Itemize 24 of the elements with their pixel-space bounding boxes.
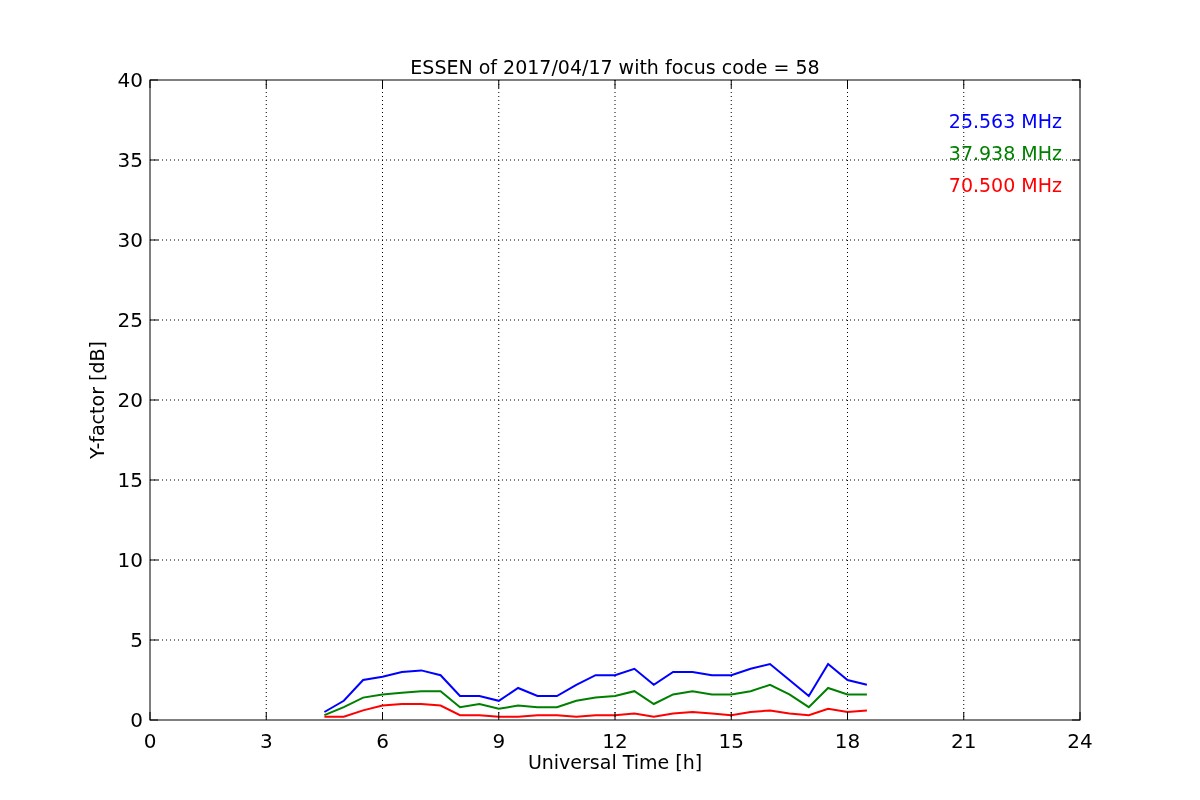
legend-label: 37.938 MHz bbox=[948, 142, 1062, 164]
y-tick-label: 15 bbox=[117, 468, 143, 492]
y-tick-label: 20 bbox=[117, 388, 143, 412]
x-tick-label: 18 bbox=[834, 729, 861, 753]
x-tick-label: 21 bbox=[951, 729, 977, 753]
x-axis-label: Universal Time [h] bbox=[527, 751, 703, 773]
x-tick-label: 9 bbox=[492, 729, 506, 753]
y-tick-label: 5 bbox=[130, 628, 143, 652]
legend-label: 70.500 MHz bbox=[948, 174, 1062, 196]
x-tick-label: 0 bbox=[143, 729, 157, 753]
y-tick-label: 30 bbox=[117, 228, 143, 252]
legend-label: 25.563 MHz bbox=[948, 110, 1062, 132]
y-tick-label: 40 bbox=[117, 68, 143, 92]
y-tick-label: 25 bbox=[117, 308, 143, 332]
x-tick-label: 3 bbox=[259, 729, 273, 753]
x-tick-label: 24 bbox=[1067, 729, 1093, 753]
y-axis-label: Y-factor [dB] bbox=[86, 341, 108, 459]
x-tick-label: 6 bbox=[376, 729, 389, 753]
chart-title: ESSEN of 2017/04/17 with focus code = 58 bbox=[410, 56, 820, 78]
x-tick-label: 15 bbox=[718, 729, 744, 753]
y-tick-label: 10 bbox=[117, 548, 143, 572]
y-tick-label: 35 bbox=[117, 148, 143, 172]
x-tick-label: 12 bbox=[602, 729, 628, 753]
y-tick-label: 0 bbox=[130, 708, 143, 732]
